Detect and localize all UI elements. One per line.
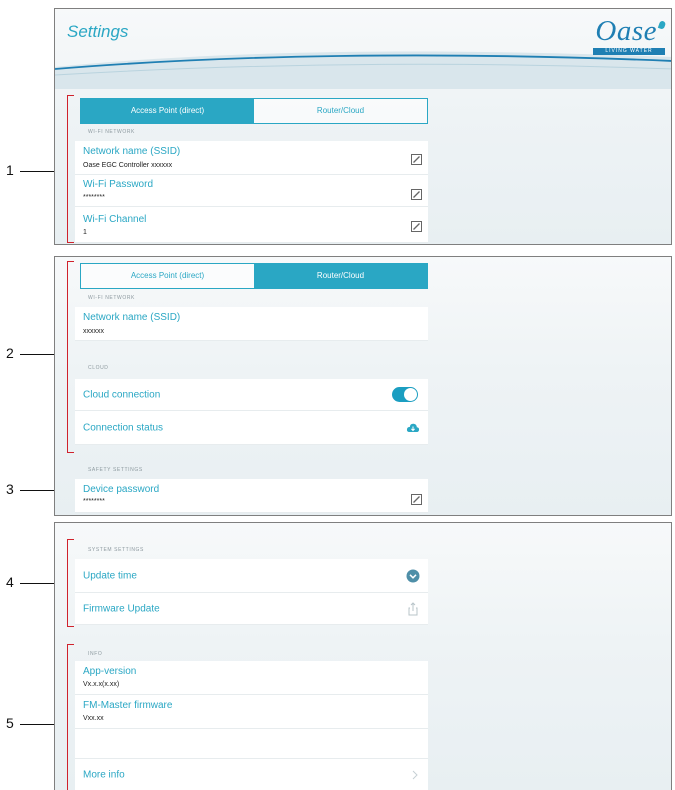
logo-drop-icon [657, 20, 667, 30]
callout-number-2: 2 [6, 345, 14, 361]
app-header: Settings Oase LIVING WATER [55, 9, 671, 89]
fm-master-firmware-label: FM-Master firmware [83, 700, 173, 711]
callout-number-5: 5 [6, 715, 14, 731]
edit-icon[interactable] [411, 189, 422, 200]
device-password-value: ******** [83, 498, 105, 505]
connection-mode-tabs: Access Point (direct) Router/Cloud [80, 263, 428, 289]
update-time-label: Update time [83, 570, 137, 581]
connection-status-label: Connection status [83, 422, 164, 433]
section-label-cloud: CLOUD [88, 365, 109, 371]
cloud-connection-row[interactable]: Cloud connection [75, 379, 428, 411]
wifi-channel-label: Wi-Fi Channel [83, 214, 147, 225]
callout-bracket-1 [67, 95, 74, 243]
callout-bracket-4 [67, 539, 74, 627]
tab-access-point[interactable]: Access Point (direct) [81, 99, 254, 123]
tab-router-cloud[interactable]: Router/Cloud [254, 264, 427, 288]
section-label-wifi-network: WI-FI NETWORK [88, 129, 135, 135]
wifi-channel-row[interactable]: Wi-Fi Channel 1 [75, 207, 428, 243]
oase-logo: Oase LIVING WATER [583, 15, 667, 55]
settings-panel-access-point: Settings Oase LIVING WATER Access Point … [54, 8, 672, 245]
settings-panel-system-info: SYSTEM SETTINGS Update time Firmware Upd… [54, 522, 672, 790]
section-label-safety-settings: SAFETY SETTINGS [88, 467, 143, 473]
more-info-row[interactable]: More info [75, 759, 428, 790]
chevron-down-icon[interactable] [406, 569, 420, 583]
app-version-row: App-version Vx.x.x(x.xx) [75, 661, 428, 695]
ssid-row[interactable]: Network name (SSID) Oase EGC Controller … [75, 141, 428, 175]
firmware-update-row[interactable]: Firmware Update [75, 593, 428, 625]
connection-mode-tabs: Access Point (direct) Router/Cloud [80, 98, 428, 124]
cloud-connection-label: Cloud connection [83, 389, 161, 400]
ssid-label: Network name (SSID) [83, 312, 181, 323]
chevron-right-icon [412, 770, 418, 780]
ssid-value: xxxxxx [83, 328, 104, 335]
logo-tagline: LIVING WATER [593, 48, 665, 55]
tab-access-point[interactable]: Access Point (direct) [81, 264, 254, 288]
ssid-label: Network name (SSID) [83, 146, 181, 157]
fm-master-firmware-row: FM-Master firmware Vxx.xx [75, 695, 428, 729]
edit-icon[interactable] [411, 494, 422, 505]
page-title: Settings [67, 22, 129, 41]
update-time-row[interactable]: Update time [75, 559, 428, 593]
cloud-status-icon [406, 423, 420, 432]
callout-bracket-2 [67, 261, 74, 453]
connection-status-row[interactable]: Connection status [75, 411, 428, 445]
firmware-update-label: Firmware Update [83, 603, 160, 614]
section-label-info: INFO [88, 651, 103, 657]
share-upload-icon[interactable] [406, 602, 420, 616]
more-info-label: More info [83, 769, 125, 781]
wifi-password-label: Wi-Fi Password [83, 179, 154, 190]
settings-panel-router-cloud: Access Point (direct) Router/Cloud WI-FI… [54, 256, 672, 516]
toggle-knob [404, 388, 417, 401]
header-wave [55, 51, 671, 89]
tab-router-cloud[interactable]: Router/Cloud [254, 99, 427, 123]
wifi-channel-value: 1 [83, 229, 87, 236]
ssid-row[interactable]: Network name (SSID) xxxxxx [75, 307, 428, 341]
callout-bracket-5 [67, 644, 74, 790]
edit-icon[interactable] [411, 221, 422, 232]
callout-number-4: 4 [6, 574, 14, 590]
section-label-wifi-network: WI-FI NETWORK [88, 295, 135, 301]
device-password-label: Device password [83, 484, 160, 495]
wifi-password-row[interactable]: Wi-Fi Password ******** [75, 175, 428, 207]
callout-number-1: 1 [6, 162, 14, 178]
cloud-connection-toggle[interactable] [392, 387, 418, 402]
callout-number-3: 3 [6, 481, 14, 497]
ssid-value: Oase EGC Controller xxxxxx [83, 162, 173, 169]
spacer-row [75, 729, 428, 759]
edit-icon[interactable] [411, 154, 422, 165]
app-version-value: Vx.x.x(x.xx) [83, 681, 120, 688]
section-label-system-settings: SYSTEM SETTINGS [88, 547, 144, 553]
app-version-label: App-version [83, 666, 137, 677]
wifi-password-value: ******** [83, 194, 105, 201]
device-password-row[interactable]: Device password ******** [75, 479, 428, 513]
logo-wordmark: Oase [595, 15, 657, 47]
fm-master-firmware-value: Vxx.xx [83, 715, 104, 722]
